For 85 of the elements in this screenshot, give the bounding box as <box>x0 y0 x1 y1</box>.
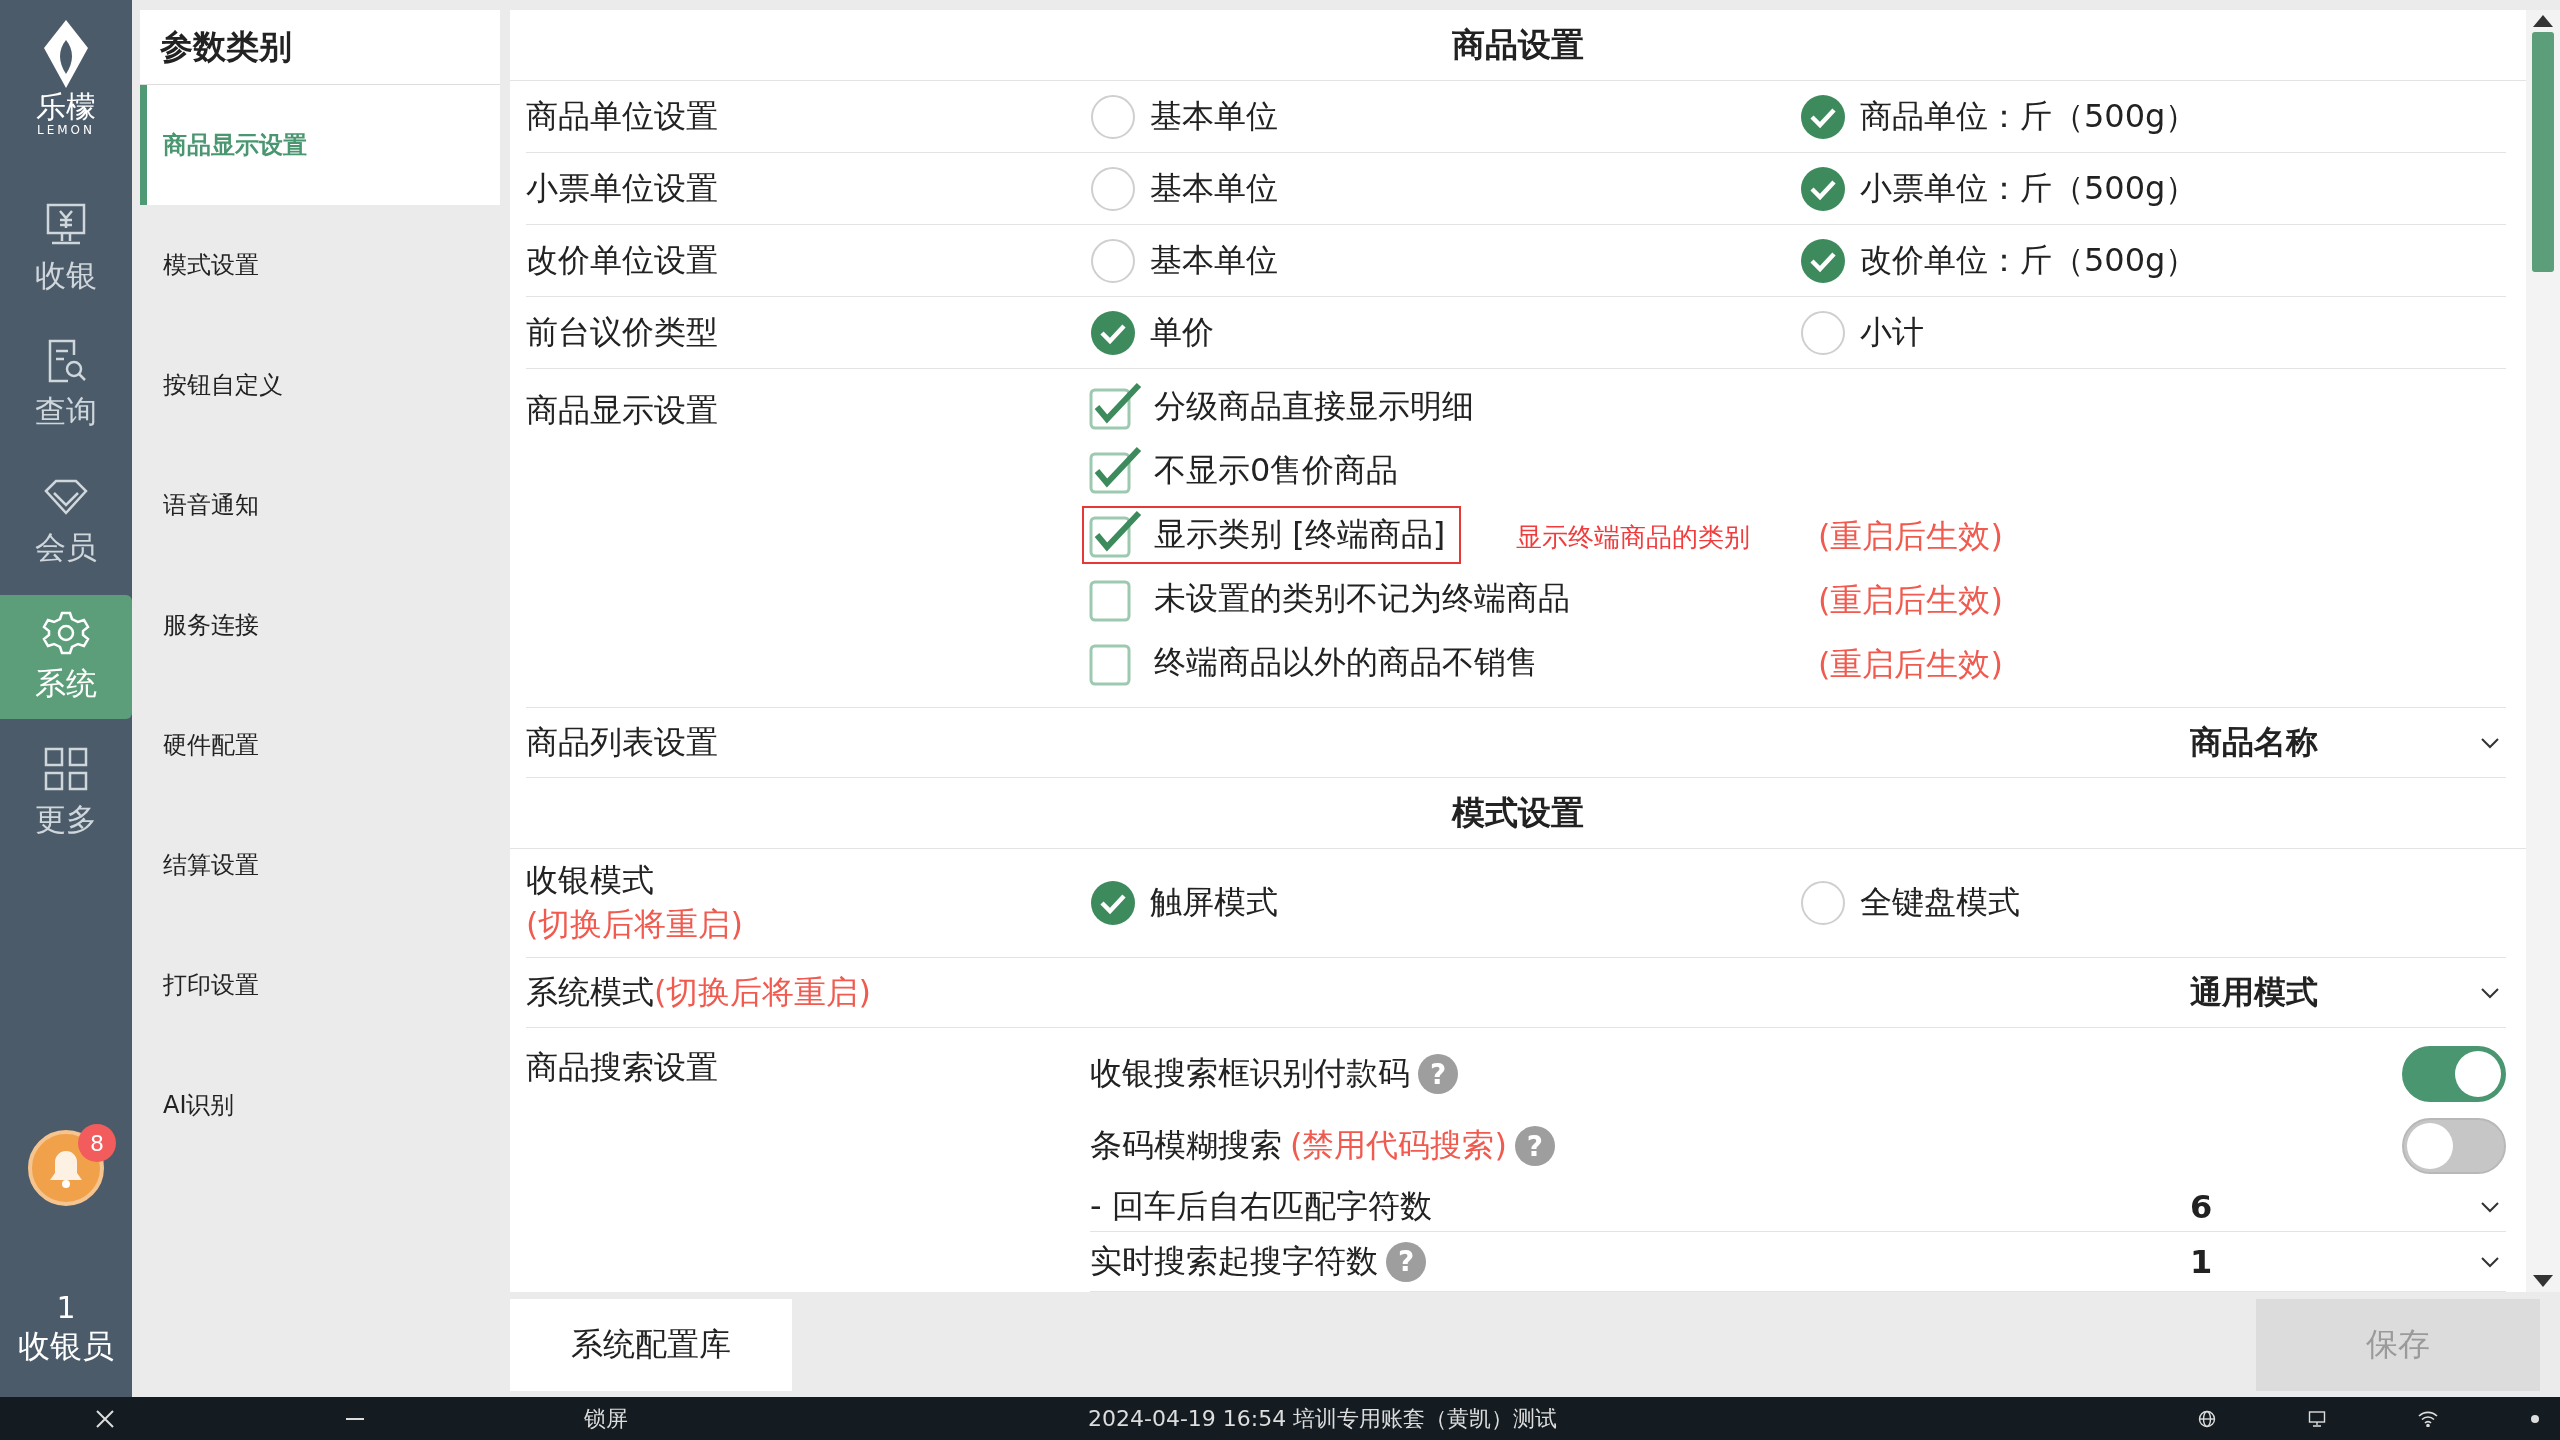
nav-item[interactable]: 收银 <box>0 187 132 311</box>
grid-icon <box>42 745 90 793</box>
hint-text: 显示终端商品的类别 <box>1516 521 1750 552</box>
nav-item[interactable]: 更多 <box>0 731 132 855</box>
setting-label: 小票单位设置 <box>526 167 718 209</box>
category-item[interactable]: AI识别 <box>140 1045 500 1165</box>
config-library-button[interactable]: 系统配置库 <box>510 1298 792 1391</box>
setting-label: - 回车后自右匹配字符数 <box>1090 1185 1432 1227</box>
setting-dropdown[interactable]: - 回车后自右匹配字符数 6 <box>1090 1182 2506 1232</box>
category-item[interactable]: 模式设置 <box>140 205 500 325</box>
setting-label: 收银模式 <box>526 860 654 901</box>
section-title: 模式设置 <box>510 778 2526 849</box>
user-role: 收银员 <box>18 1326 114 1367</box>
chevron-down-icon <box>2480 986 2500 999</box>
category-title: 参数类别 <box>140 10 500 85</box>
lock-screen-button[interactable]: 锁屏 <box>584 1403 628 1434</box>
user-count: 1 <box>56 1290 76 1325</box>
nav-item[interactable]: 会员 <box>0 459 132 583</box>
setting-dropdown[interactable]: 商品列表设置 商品名称 <box>526 708 2506 778</box>
restart-note: (切换后将重启) <box>526 904 743 945</box>
logo-text: 乐檬 <box>36 90 96 123</box>
status-dot-icon <box>2530 1413 2540 1424</box>
setting-label: 前台议价类型 <box>526 311 718 353</box>
setting-label: 商品列表设置 <box>526 721 718 763</box>
checkbox-option[interactable]: 终端商品以外的商品不销售 <box>1082 633 1554 692</box>
setting-label: 商品单位设置 <box>526 95 718 137</box>
scroll-down-icon[interactable] <box>2532 1274 2554 1288</box>
toggle-switch[interactable] <box>2402 1046 2506 1102</box>
radio-option[interactable]: 基本单位 <box>1090 237 1800 284</box>
dropdown-value: 通用模式 <box>2190 971 2319 1013</box>
minimize-icon[interactable] <box>346 1416 364 1421</box>
checkbox-option[interactable]: 未设置的类别不记为终端商品 <box>1082 569 1586 628</box>
radio-option[interactable]: 全键盘模式 <box>1800 880 2506 926</box>
chevron-down-icon <box>2480 736 2500 749</box>
restart-note: (重启后生效) <box>1818 644 2004 685</box>
restart-note: (禁用代码搜索) <box>1290 1125 1507 1166</box>
radio-option[interactable]: 商品单位：斤（500g） <box>1800 93 2506 140</box>
radio-option[interactable]: 单价 <box>1090 309 1800 356</box>
setting-label: 商品显示设置 <box>526 390 718 431</box>
setting-label: 条码模糊搜索 <box>1090 1125 1282 1166</box>
category-item[interactable]: 打印设置 <box>140 925 500 1045</box>
monitor-icon[interactable] <box>2308 1409 2326 1428</box>
checkbox-option[interactable]: 分级商品直接显示明细 <box>1082 377 1490 436</box>
restart-note: (切换后将重启) <box>654 971 871 1013</box>
category-item[interactable]: 按钮自定义 <box>140 325 500 445</box>
radio-option[interactable]: 改价单位：斤（500g） <box>1800 237 2506 284</box>
setting-label: 商品搜索设置 <box>526 1047 718 1088</box>
logo-subtext: LEMON <box>36 123 95 137</box>
chevron-down-icon <box>2480 1200 2500 1213</box>
restart-note: (重启后生效) <box>1818 580 2004 621</box>
setting-label: 改价单位设置 <box>526 239 718 281</box>
dropdown-value: 1 <box>2190 1242 2214 1281</box>
radio-option[interactable]: 小票单位：斤（500g） <box>1800 165 2506 212</box>
category-item[interactable]: 硬件配置 <box>140 685 500 805</box>
radio-option[interactable]: 小计 <box>1800 309 2506 356</box>
nav-item[interactable]: 查询 <box>0 323 132 447</box>
toggle-switch[interactable] <box>2402 1118 2506 1174</box>
restart-note: (重启后生效) <box>1818 516 2004 557</box>
scroll-up-icon[interactable] <box>2532 14 2554 28</box>
setting-label: 系统模式 <box>526 971 654 1013</box>
wifi-icon[interactable] <box>2418 1410 2438 1427</box>
highlighted-checkbox-option[interactable]: 显示类别 [终端商品] <box>1082 505 1462 564</box>
setting-label: 实时搜索起搜字符数 <box>1090 1240 1378 1282</box>
setting-dropdown[interactable]: 实时搜索起搜字符数 ? 1 <box>1090 1232 2506 1292</box>
radio-option[interactable]: 触屏模式 <box>1090 880 1800 926</box>
category-item[interactable]: 服务连接 <box>140 565 500 685</box>
category-item[interactable]: 语音通知 <box>140 445 500 565</box>
scrollbar[interactable] <box>2526 10 2560 1292</box>
close-icon[interactable] <box>96 1409 114 1428</box>
chevron-down-icon <box>2480 1255 2500 1268</box>
settings-icon <box>42 609 90 657</box>
radio-option[interactable]: 基本单位 <box>1090 93 1800 140</box>
setting-label: 收银搜索框识别付款码 <box>1090 1053 1410 1094</box>
notification-badge: 8 <box>78 1124 116 1162</box>
dropdown-value: 6 <box>2190 1187 2214 1226</box>
dropdown-value: 商品名称 <box>2190 721 2319 763</box>
status-text: 2024-04-19 16:54 培训专用账套（黄凯）测试 <box>1088 1404 1558 1433</box>
scrollbar-thumb[interactable] <box>2532 32 2554 272</box>
category-item[interactable]: 商品显示设置 <box>140 85 500 205</box>
setting-dropdown[interactable]: 系统模式(切换后将重启) 通用模式 <box>526 958 2506 1028</box>
section-title: 商品设置 <box>510 10 2526 81</box>
globe-icon[interactable] <box>2198 1409 2216 1428</box>
category-item[interactable]: 结算设置 <box>140 805 500 925</box>
radio-option[interactable]: 基本单位 <box>1090 165 1800 212</box>
checkbox-option[interactable]: 不显示0售价商品 <box>1082 441 1415 500</box>
